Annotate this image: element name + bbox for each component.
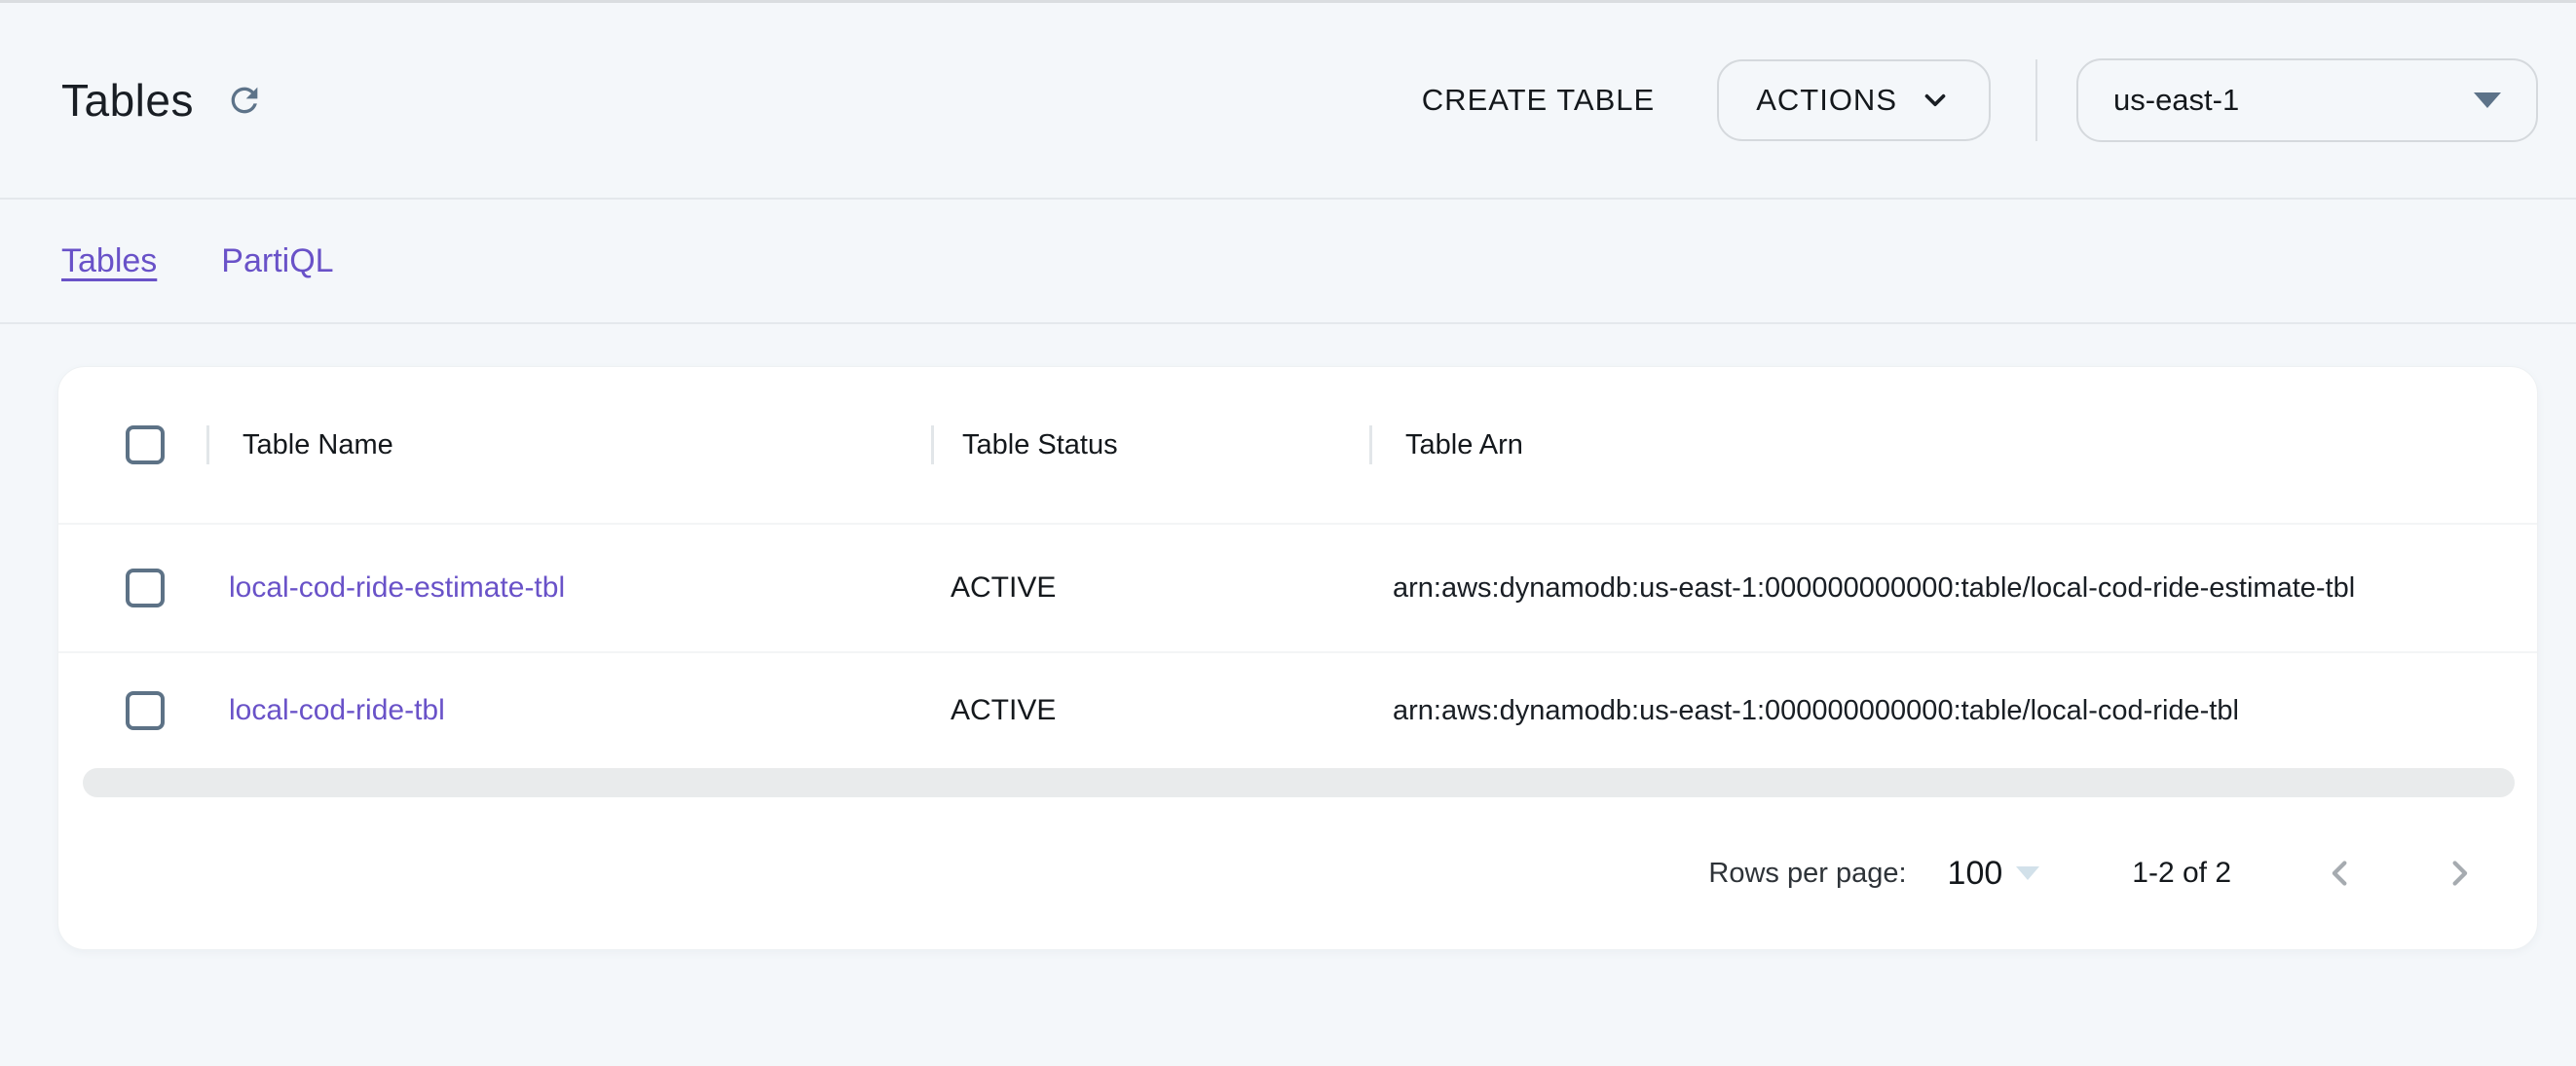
table-row: local-cod-ride-estimate-tbl ACTIVE arn:a… [58, 525, 2537, 653]
header-divider [2035, 59, 2037, 141]
refresh-button[interactable] [223, 79, 266, 122]
tab-bar: Tables PartiQL [0, 200, 2576, 324]
table-arn-cell: arn:aws:dynamodb:us-east-1:000000000000:… [1369, 572, 2537, 605]
main-content: Table Name Table Status Table Arn local-… [0, 366, 2576, 950]
header-checkbox-cell [58, 425, 206, 464]
rows-per-page-value: 100 [1948, 855, 2003, 893]
rows-per-page-label: Rows per page: [1708, 858, 1906, 890]
table-header-row: Table Name Table Status Table Arn [58, 367, 2537, 525]
pagination-range-label: 1-2 of 2 [2132, 857, 2231, 890]
previous-page-button[interactable] [2319, 852, 2362, 895]
table-name-link[interactable]: local-cod-ride-tbl [229, 694, 445, 726]
refresh-icon [225, 81, 264, 120]
next-page-button[interactable] [2438, 852, 2481, 895]
column-header-table-arn: Table Arn [1369, 425, 2537, 464]
actions-button-label: ACTIONS [1756, 83, 1897, 118]
region-select[interactable]: us-east-1 [2076, 58, 2538, 142]
row-checkbox[interactable] [126, 691, 165, 730]
row-checkbox-cell [58, 691, 206, 730]
column-header-table-name: Table Name [206, 425, 931, 464]
table-row: local-cod-ride-tbl ACTIVE arn:aws:dynamo… [58, 653, 2537, 768]
actions-dropdown-button[interactable]: ACTIONS [1717, 59, 1991, 141]
column-divider [931, 425, 934, 464]
row-checkbox-cell [58, 569, 206, 607]
tables-card: Table Name Table Status Table Arn local-… [57, 366, 2538, 950]
column-divider [1369, 425, 1372, 464]
create-table-button[interactable]: CREATE TABLE [1422, 83, 1655, 118]
caret-down-icon [2016, 866, 2039, 880]
tab-tables[interactable]: Tables [61, 242, 157, 280]
select-all-checkbox[interactable] [126, 425, 165, 464]
table-status-cell: ACTIVE [931, 571, 1369, 605]
chevron-left-icon [2320, 853, 2361, 894]
table-name-cell: local-cod-ride-estimate-tbl [206, 571, 931, 605]
table-name-link[interactable]: local-cod-ride-estimate-tbl [229, 571, 565, 604]
rows-per-page-select[interactable]: 100 [1948, 855, 2040, 893]
row-checkbox[interactable] [126, 569, 165, 607]
table-name-cell: local-cod-ride-tbl [206, 694, 931, 727]
column-header-table-status: Table Status [931, 425, 1369, 464]
top-bar: Tables CREATE TABLE ACTIONS us-east-1 [0, 0, 2576, 200]
horizontal-scrollbar[interactable] [83, 768, 2515, 797]
region-select-value: us-east-1 [2113, 83, 2239, 118]
table-arn-cell: arn:aws:dynamodb:us-east-1:000000000000:… [1369, 695, 2537, 727]
tab-partiql[interactable]: PartiQL [221, 242, 333, 280]
caret-down-icon [2474, 92, 2501, 108]
page-title: Tables [61, 74, 194, 127]
pagination-bar: Rows per page: 100 1-2 of 2 [58, 797, 2537, 949]
table-status-cell: ACTIVE [931, 694, 1369, 727]
top-bar-actions: CREATE TABLE ACTIONS us-east-1 [1422, 58, 2538, 142]
chevron-down-icon [1919, 84, 1952, 117]
column-divider [206, 425, 209, 464]
chevron-right-icon [2439, 853, 2480, 894]
